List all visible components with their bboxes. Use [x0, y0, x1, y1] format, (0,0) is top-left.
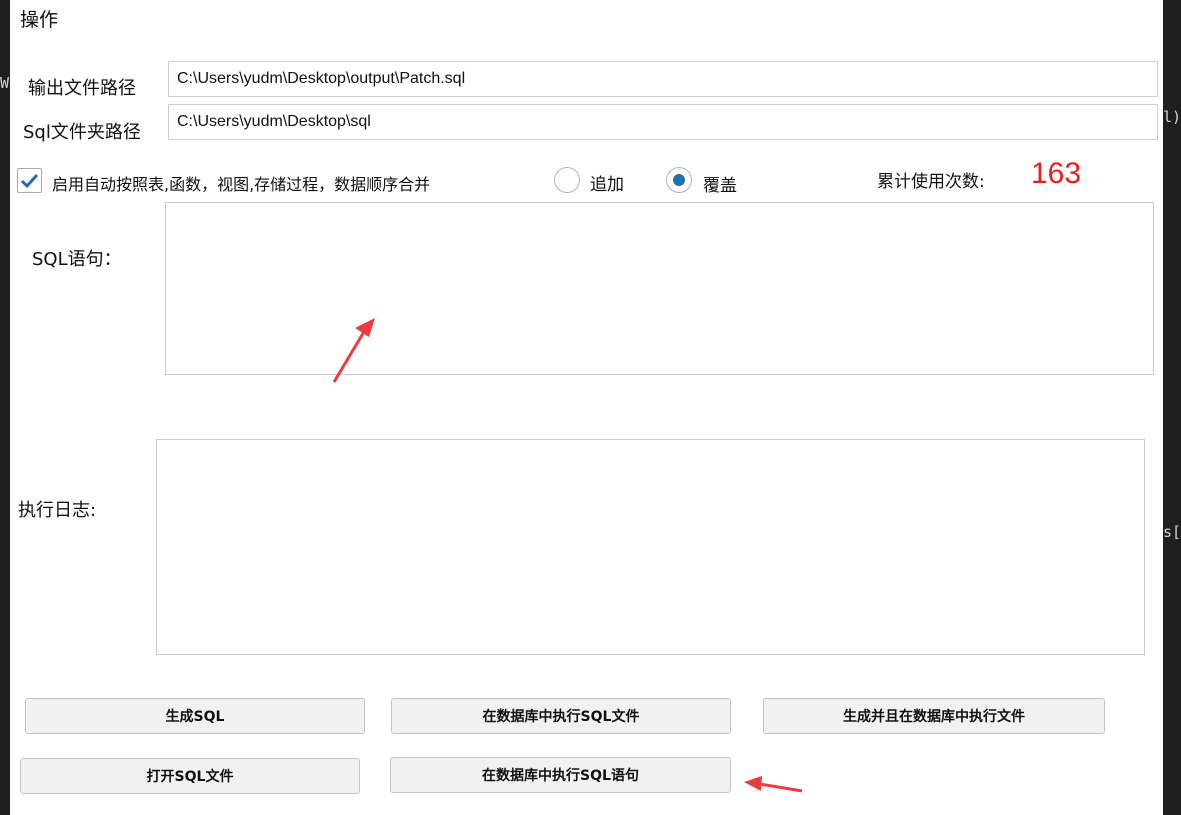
- generate-sql-button[interactable]: 生成SQL: [25, 698, 365, 734]
- auto-merge-checkbox[interactable]: [17, 168, 42, 193]
- output-path-field[interactable]: C:\Users\yudm\Desktop\output\Patch.sql: [168, 61, 1158, 97]
- exec-log-label: 执行日志:: [18, 500, 97, 521]
- background-fragment: W: [0, 74, 10, 92]
- usage-count-value: 163: [1031, 157, 1082, 190]
- sql-folder-field[interactable]: C:\Users\yudm\Desktop\sql: [168, 104, 1158, 140]
- annotation-arrow-icon: [744, 776, 803, 793]
- sql-statement-label: SQL语句：: [32, 249, 122, 270]
- exec-log-textarea[interactable]: [156, 439, 1145, 655]
- auto-merge-label: 启用自动按照表,函数，视图,存储过程，数据顺序合并: [52, 175, 431, 194]
- usage-count-label: 累计使用次数:: [877, 172, 985, 192]
- exec-sql-file-button[interactable]: 在数据库中执行SQL文件: [391, 698, 731, 734]
- overwrite-label: 覆盖: [703, 176, 737, 196]
- overwrite-radio[interactable]: [666, 167, 692, 193]
- open-sql-file-button[interactable]: 打开SQL文件: [20, 758, 360, 794]
- window-title: 操作: [20, 9, 59, 31]
- sql-statement-textarea[interactable]: [165, 202, 1154, 375]
- background-fragment: s[: [1163, 523, 1181, 541]
- background-fragment: l): [1163, 108, 1181, 126]
- output-path-label: 输出文件路径: [28, 78, 136, 99]
- main-window: 操作 输出文件路径 C:\Users\yudm\Desktop\output\P…: [10, 0, 1163, 815]
- checkmark-icon: [20, 173, 39, 189]
- append-radio[interactable]: [554, 167, 580, 193]
- append-label: 追加: [590, 175, 624, 195]
- background-editor-left: [0, 0, 10, 815]
- generate-and-exec-button[interactable]: 生成并且在数据库中执行文件: [763, 698, 1105, 734]
- annotation-arrow-icon: [332, 318, 375, 383]
- sql-folder-label: Sql文件夹路径: [23, 122, 141, 143]
- exec-sql-statement-button[interactable]: 在数据库中执行SQL语句: [390, 757, 731, 793]
